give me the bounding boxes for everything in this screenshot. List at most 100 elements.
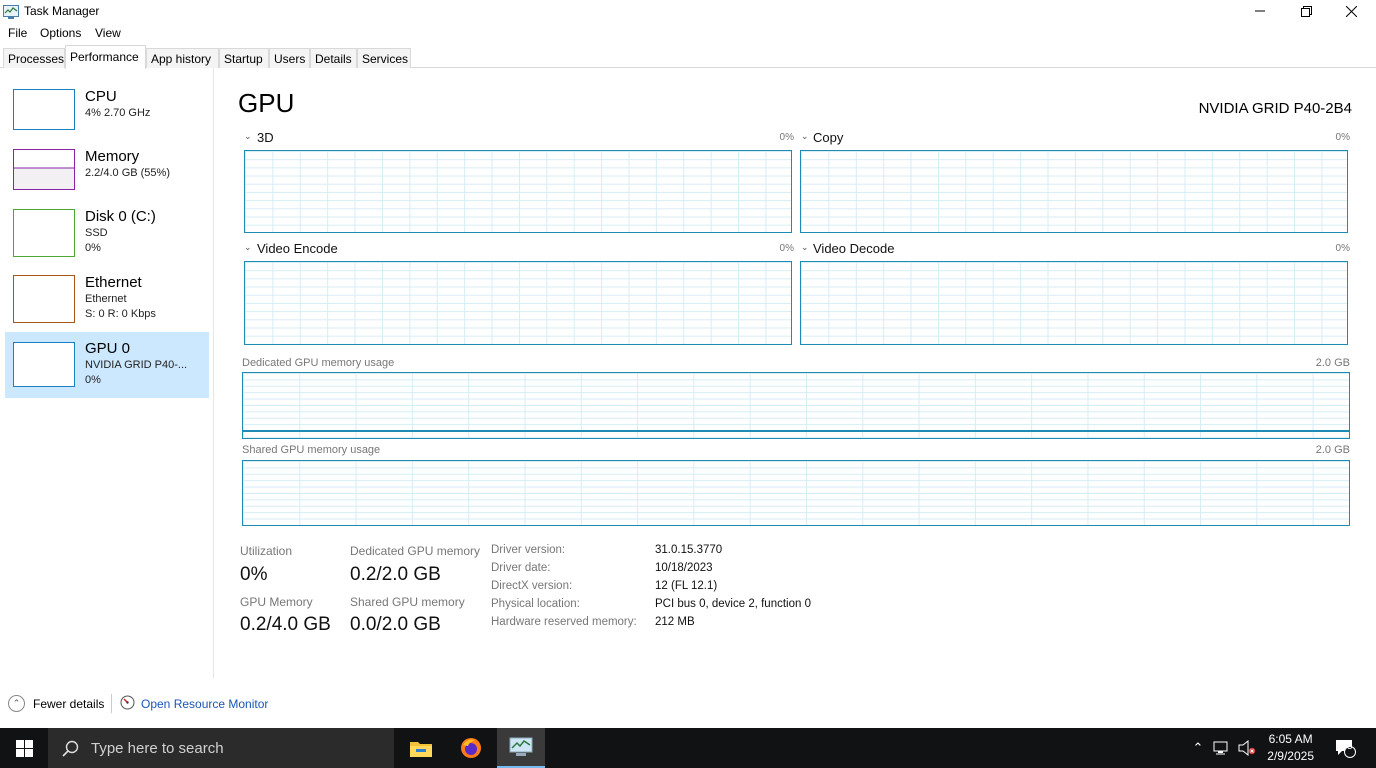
volume-muted-icon[interactable]	[1235, 728, 1259, 768]
tab-details[interactable]: Details	[310, 48, 357, 68]
utilization-label: Utilization	[240, 544, 293, 558]
show-hidden-icons-chevron-icon[interactable]: ⌃	[1188, 728, 1208, 768]
dedicated-memory-usage-line	[243, 430, 1349, 432]
chevron-down-icon[interactable]: ⌄	[244, 131, 252, 142]
fewer-details-label: Fewer details	[33, 696, 105, 711]
gpu-memory-value: 0.2/4.0 GB	[240, 614, 331, 635]
physical-location-value: PCI bus 0, device 2, function 0	[655, 598, 811, 610]
engine-copy-label[interactable]: Copy	[813, 130, 843, 145]
sidebar-item-detail-2: 0%	[85, 242, 101, 254]
gpu-memory-label: GPU Memory	[240, 595, 313, 609]
memory-thumbnail-graph	[13, 149, 75, 190]
search-icon	[62, 740, 79, 757]
dedicated-memory-graph	[242, 372, 1350, 439]
gpu-model-name: NVIDIA GRID P40-2B4	[1198, 100, 1352, 117]
sidebar-item-gpu-0[interactable]: GPU 0 NVIDIA GRID P40-... 0%	[5, 332, 209, 398]
driver-date-label: Driver date:	[491, 562, 551, 574]
tab-bar: Processes Performance App history Startu…	[0, 45, 1376, 69]
ethernet-thumbnail-graph	[13, 275, 75, 323]
sidebar-item-cpu[interactable]: CPU 4% 2.70 GHz	[5, 81, 209, 145]
gpu-thumbnail-graph	[13, 342, 75, 387]
open-resource-monitor-label: Open Resource Monitor	[141, 697, 269, 711]
sidebar-item-ethernet[interactable]: Ethernet Ethernet S: 0 R: 0 Kbps	[5, 267, 209, 331]
taskbar: Type here to search ⌃ 6:05 AM 2/9/2025 5	[0, 728, 1376, 768]
shared-memory-value: 0.0/2.0 GB	[350, 614, 441, 635]
windows-logo-icon	[15, 739, 33, 757]
close-button[interactable]	[1328, 0, 1374, 22]
menu-file[interactable]: File	[8, 26, 27, 40]
tab-app-history[interactable]: App history	[146, 48, 219, 68]
clock-date: 2/9/2025	[1267, 749, 1314, 763]
sidebar-item-disk[interactable]: Disk 0 (C:) SSD 0%	[5, 201, 209, 265]
chevron-down-icon[interactable]: ⌄	[801, 131, 809, 142]
chevron-down-icon[interactable]: ⌄	[244, 242, 252, 253]
network-icon[interactable]	[1210, 728, 1234, 768]
hardware-reserved-memory-value: 212 MB	[655, 616, 695, 628]
engine-video-decode-label[interactable]: Video Decode	[813, 241, 894, 256]
sidebar-item-detail: 4% 2.70 GHz	[85, 107, 151, 119]
tab-services[interactable]: Services	[357, 48, 411, 68]
engine-video-encode-graph	[244, 261, 792, 345]
dedicated-memory-graph-label: Dedicated GPU memory usage	[242, 357, 395, 369]
driver-version-label: Driver version:	[491, 544, 566, 556]
firefox-taskbar-icon[interactable]	[447, 728, 495, 768]
menu-bar: File Options View	[0, 24, 400, 42]
file-explorer-taskbar-icon[interactable]	[397, 728, 445, 768]
action-center-button[interactable]: 5	[1330, 728, 1360, 768]
sidebar-item-detail: NVIDIA GRID P40-...	[85, 359, 188, 371]
engine-video-decode-graph	[800, 261, 1348, 345]
performance-sidebar: CPU 4% 2.70 GHz Memory 2.2/4.0 GB (55%) …	[0, 68, 214, 678]
tab-users[interactable]: Users	[269, 48, 310, 68]
directx-version-label: DirectX version:	[491, 580, 573, 592]
sidebar-item-detail: Ethernet	[85, 293, 127, 305]
menu-options[interactable]: Options	[40, 26, 81, 40]
engine-copy-percent: 0%	[1335, 132, 1350, 143]
menu-view[interactable]: View	[95, 26, 121, 40]
engine-3d-label[interactable]: 3D	[257, 130, 274, 145]
page-title: GPU	[238, 88, 295, 118]
sidebar-item-detail-2: S: 0 R: 0 Kbps	[85, 308, 156, 320]
notification-count: 5	[1347, 741, 1353, 752]
tab-startup[interactable]: Startup	[219, 48, 269, 68]
start-button[interactable]	[0, 728, 48, 768]
taskbar-clock[interactable]: 6:05 AM 2/9/2025	[1267, 731, 1314, 765]
driver-date-value: 10/18/2023	[655, 562, 713, 574]
dedicated-memory-label: Dedicated GPU memory	[350, 544, 481, 558]
footer-divider	[111, 694, 112, 713]
hardware-reserved-memory-label: Hardware reserved memory:	[491, 616, 637, 628]
open-resource-monitor-link[interactable]: Open Resource Monitor	[120, 695, 268, 713]
shared-memory-graph-max: 2.0 GB	[1315, 444, 1350, 456]
sidebar-item-name: Ethernet	[85, 274, 142, 291]
engine-3d-percent: 0%	[779, 132, 794, 143]
shared-memory-graph	[242, 460, 1350, 526]
tab-processes[interactable]: Processes	[3, 48, 65, 68]
engine-3d-graph	[244, 150, 792, 233]
taskbar-search-box[interactable]: Type here to search	[48, 728, 394, 768]
task-manager-taskbar-icon[interactable]	[497, 728, 545, 768]
clock-time: 6:05 AM	[1268, 732, 1313, 746]
window-title: Task Manager	[24, 4, 100, 18]
engine-copy-graph	[800, 150, 1348, 233]
engine-video-decode-percent: 0%	[1335, 243, 1350, 254]
sidebar-item-detail: 2.2/4.0 GB (55%)	[85, 167, 170, 179]
disk-thumbnail-graph	[13, 209, 75, 257]
engine-video-encode-percent: 0%	[779, 243, 794, 254]
fewer-details-button[interactable]: ⌃ Fewer details	[8, 695, 104, 712]
minimize-button[interactable]	[1237, 0, 1283, 22]
resource-monitor-icon	[120, 695, 135, 713]
shared-memory-graph-label: Shared GPU memory usage	[242, 444, 381, 456]
sidebar-item-detail: SSD	[85, 227, 108, 239]
title-bar: Task Manager	[0, 0, 1376, 22]
search-placeholder: Type here to search	[91, 739, 224, 757]
engine-video-encode-label[interactable]: Video Encode	[257, 241, 338, 256]
sidebar-item-memory[interactable]: Memory 2.2/4.0 GB (55%)	[5, 141, 209, 205]
utilization-value: 0%	[240, 564, 268, 585]
cpu-thumbnail-graph	[13, 89, 75, 130]
dedicated-memory-value: 0.2/2.0 GB	[350, 564, 441, 585]
chevron-down-icon[interactable]: ⌄	[801, 242, 809, 253]
sidebar-item-name: CPU	[85, 88, 117, 105]
maximize-button[interactable]	[1283, 0, 1329, 22]
chevron-up-icon: ⌃	[8, 695, 25, 712]
sidebar-item-detail-2: 0%	[85, 374, 101, 386]
tab-performance[interactable]: Performance	[65, 45, 146, 69]
